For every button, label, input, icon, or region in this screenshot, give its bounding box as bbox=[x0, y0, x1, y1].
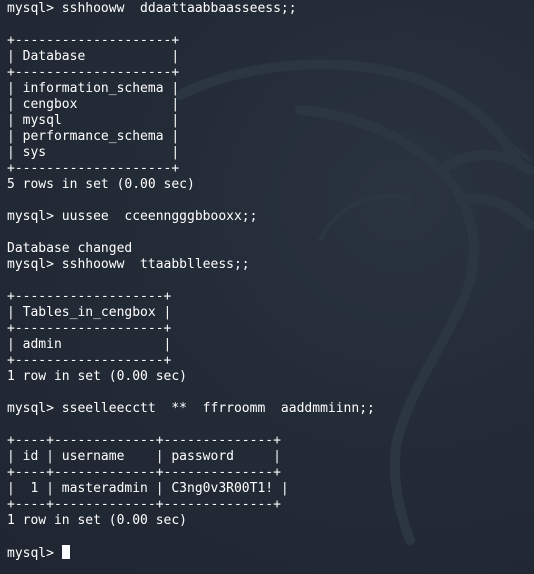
terminal-line: | 1 | masteradmin | C3ng0v3R00T1! | bbox=[7, 481, 289, 496]
terminal-line: | mysql | bbox=[7, 113, 180, 128]
terminal-line: mysql> uussee cceenngggbbooxx;; bbox=[7, 209, 258, 224]
terminal-line: +----+-------------+--------------+ bbox=[7, 433, 281, 448]
terminal-line: | information_schema | bbox=[7, 81, 180, 96]
terminal-line: mysql> sshhooww ttaabblleess;; bbox=[7, 257, 250, 272]
terminal-line: +----+-------------+--------------+ bbox=[7, 465, 281, 480]
terminal-line: 1 row in set (0.00 sec) bbox=[7, 369, 188, 384]
terminal-line: 5 rows in set (0.00 sec) bbox=[7, 177, 195, 192]
terminal-line: | performance_schema | bbox=[7, 129, 180, 144]
terminal-line: mysql> sseelleecctt ** ffrroomm aaddmmii… bbox=[7, 401, 375, 416]
terminal-output[interactable]: mysql> sshhooww ddaattaabbaasseess;; +--… bbox=[7, 1, 375, 561]
terminal-line: | id | username | password | bbox=[7, 449, 281, 464]
terminal-line: +-------------------+ bbox=[7, 353, 172, 368]
terminal-line: | Database | bbox=[7, 49, 180, 64]
terminal-line: | cengbox | bbox=[7, 97, 180, 112]
terminal-line: +--------------------+ bbox=[7, 65, 180, 80]
prompt-line[interactable]: mysql> bbox=[7, 545, 375, 561]
terminal-line: | sys | bbox=[7, 145, 180, 160]
terminal-line: mysql> sshhooww ddaattaabbaasseess;; bbox=[7, 1, 297, 16]
block-cursor bbox=[61, 545, 70, 559]
terminal-line: +----+-------------+--------------+ bbox=[7, 497, 281, 512]
mysql-prompt: mysql> bbox=[7, 546, 62, 561]
terminal-line: +-------------------+ bbox=[7, 289, 172, 304]
terminal-line: +--------------------+ bbox=[7, 33, 180, 48]
terminal-line: | Tables_in_cengbox | bbox=[7, 305, 172, 320]
terminal-line: Database changed bbox=[7, 241, 133, 256]
terminal-line: +--------------------+ bbox=[7, 161, 180, 176]
terminal-window[interactable]: mysql> sshhooww ddaattaabbaasseess;; +--… bbox=[0, 0, 534, 574]
terminal-line: +-------------------+ bbox=[7, 321, 172, 336]
terminal-line: | admin | bbox=[7, 337, 172, 352]
terminal-line: 1 row in set (0.00 sec) bbox=[7, 513, 188, 528]
